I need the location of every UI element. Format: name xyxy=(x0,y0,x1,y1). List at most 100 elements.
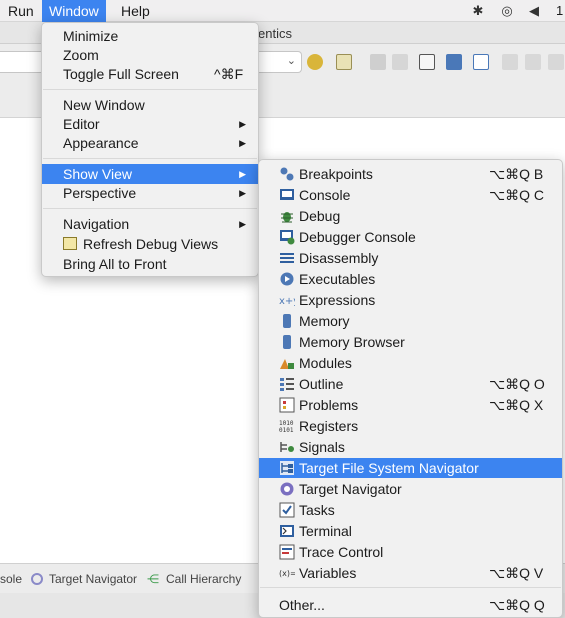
menu-item-debugger-console[interactable]: Debugger Console xyxy=(259,227,562,247)
menu-item-toggle-full-screen[interactable]: Toggle Full Screen ^⌘F xyxy=(42,64,258,84)
menu-item-label: Refresh Debug Views xyxy=(83,236,219,252)
terminate-icon[interactable] xyxy=(548,54,564,70)
svg-text:0101: 0101 xyxy=(279,427,294,434)
menu-item-disassembly[interactable]: Disassembly xyxy=(259,248,562,268)
background-tab-label[interactable]: entics xyxy=(258,26,292,41)
svg-text:x+y: x+y xyxy=(279,296,295,307)
new-window-icon[interactable] xyxy=(336,54,352,70)
menu-item-target-file-system-navigator[interactable]: Target File System Navigator xyxy=(259,458,562,478)
menu-item-shortcut: ⌥⌘Q B xyxy=(489,166,544,182)
menu-item-shortcut: ^⌘F xyxy=(214,66,244,82)
menu-item-expressions[interactable]: x+y Expressions xyxy=(259,290,562,310)
menu-item-perspective[interactable]: Perspective ▶ xyxy=(42,183,258,203)
menu-item-label: Target Navigator xyxy=(299,481,402,497)
resume-icon[interactable] xyxy=(502,54,518,70)
menu-item-signals[interactable]: Signals xyxy=(259,437,562,457)
bluetooth-icon[interactable]: ✱ xyxy=(470,3,486,19)
menu-item-modules[interactable]: Modules xyxy=(259,353,562,373)
monitor-icon[interactable] xyxy=(446,54,462,70)
airplay-icon[interactable]: ◎ xyxy=(499,3,515,19)
menu-item-refresh-debug-views[interactable]: Refresh Debug Views xyxy=(42,234,258,254)
menu-item-terminal[interactable]: Terminal xyxy=(259,521,562,541)
menu-item-label: Other... xyxy=(279,597,325,613)
menu-item-label: Tasks xyxy=(299,502,335,518)
menu-item-new-window[interactable]: New Window xyxy=(42,95,258,115)
outline-icon xyxy=(280,378,294,391)
menu-item-label: Navigation xyxy=(63,216,130,232)
menu-separator xyxy=(43,208,257,209)
signals-icon xyxy=(280,442,294,452)
menu-item-trace-control[interactable]: Trace Control xyxy=(259,542,562,562)
menu-help[interactable]: Help xyxy=(114,0,157,22)
menu-item-minimize[interactable]: Minimize xyxy=(42,26,258,46)
menu-bar: Run Window Help ✱ ◎ ◀ 1 xyxy=(0,0,565,22)
menu-item-breakpoints[interactable]: Breakpoints ⌥⌘Q B xyxy=(259,164,562,184)
menu-item-shortcut: ⌥⌘Q Q xyxy=(489,597,545,613)
gear-icon[interactable] xyxy=(307,54,323,70)
submenu-arrow-icon: ▶ xyxy=(239,188,246,198)
menu-item-shortcut: ⌥⌘Q X xyxy=(489,397,544,413)
menu-item-label: Console xyxy=(299,187,351,203)
clock[interactable]: 1 xyxy=(556,3,563,18)
save-all-icon[interactable] xyxy=(392,54,408,70)
target-navigator-icon xyxy=(280,482,294,496)
menu-item-navigation[interactable]: Navigation ▶ xyxy=(42,214,258,234)
menu-item-label: Appearance xyxy=(63,135,139,151)
menu-window[interactable]: Window xyxy=(42,0,106,22)
menu-item-variables[interactable]: (x)= Variables ⌥⌘Q V xyxy=(259,563,562,583)
menu-item-bring-all-to-front[interactable]: Bring All to Front xyxy=(42,254,258,274)
problems-icon xyxy=(279,397,295,413)
menu-item-registers[interactable]: 1010 0101 Registers xyxy=(259,416,562,436)
menu-item-editor[interactable]: Editor ▶ xyxy=(42,114,258,134)
menu-item-console[interactable]: Console ⌥⌘Q C xyxy=(259,185,562,205)
menu-item-target-navigator[interactable]: Target Navigator xyxy=(259,479,562,499)
tab-target-navigator[interactable]: Target Navigator xyxy=(49,572,137,586)
menu-separator xyxy=(43,158,257,159)
menu-item-label: Problems xyxy=(299,397,359,413)
target-navigator-icon xyxy=(31,573,43,585)
menu-item-shortcut: ⌥⌘Q C xyxy=(489,187,545,203)
suspend-icon[interactable] xyxy=(525,54,541,70)
registers-icon: 10100101 xyxy=(279,420,294,434)
menu-item-memory-browser[interactable]: Memory Browser xyxy=(259,332,562,352)
menu-item-label: Disassembly xyxy=(299,250,379,266)
memory-browser-icon xyxy=(283,335,291,349)
menu-item-problems[interactable]: Problems ⌥⌘Q X xyxy=(259,395,562,415)
menu-item-executables[interactable]: Executables xyxy=(259,269,562,289)
menu-item-other[interactable]: Other... ⌥⌘Q Q xyxy=(259,595,562,615)
modules-icon xyxy=(280,359,294,369)
menu-item-appearance[interactable]: Appearance ▶ xyxy=(42,133,258,153)
menu-item-tasks[interactable]: Tasks xyxy=(259,500,562,520)
submenu-arrow-icon: ▶ xyxy=(239,119,246,129)
tab-console[interactable]: sole xyxy=(0,572,22,586)
menu-item-outline[interactable]: Outline ⌥⌘Q O xyxy=(259,374,562,394)
trace-control-icon xyxy=(279,544,295,560)
window-menu: Minimize Zoom Toggle Full Screen ^⌘F New… xyxy=(41,22,259,277)
terminal-icon xyxy=(280,525,294,537)
variables-icon: (x)= xyxy=(279,569,295,578)
volume-icon[interactable]: ◀ xyxy=(526,3,542,19)
debugger-console-icon xyxy=(280,230,295,245)
menu-item-label: Bring All to Front xyxy=(63,256,167,272)
menu-item-zoom[interactable]: Zoom xyxy=(42,45,258,65)
menu-item-label: Breakpoints xyxy=(299,166,373,182)
menu-item-label: Terminal xyxy=(299,523,352,539)
menu-item-label: Perspective xyxy=(63,185,137,201)
menu-item-show-view[interactable]: Show View ▶ xyxy=(42,164,258,184)
menu-item-label: Registers xyxy=(299,418,359,434)
menu-item-label: Toggle Full Screen xyxy=(63,66,179,82)
menu-item-label: Minimize xyxy=(63,28,119,44)
menu-item-label: Signals xyxy=(299,439,345,455)
tab-call-hierarchy[interactable]: Call Hierarchy xyxy=(166,572,241,586)
expressions-icon: x+y xyxy=(279,296,295,307)
menu-item-label: Outline xyxy=(299,376,344,392)
save-icon[interactable] xyxy=(370,54,386,70)
menu-item-debug[interactable]: Debug xyxy=(259,206,562,226)
binary-icon[interactable] xyxy=(419,54,435,70)
console-icon xyxy=(280,189,294,200)
menu-item-memory[interactable]: Memory xyxy=(259,311,562,331)
menu-item-label: Executables xyxy=(299,271,376,287)
menu-separator xyxy=(260,587,561,588)
disconnect-icon[interactable] xyxy=(473,54,489,70)
menu-run[interactable]: Run xyxy=(1,0,41,22)
